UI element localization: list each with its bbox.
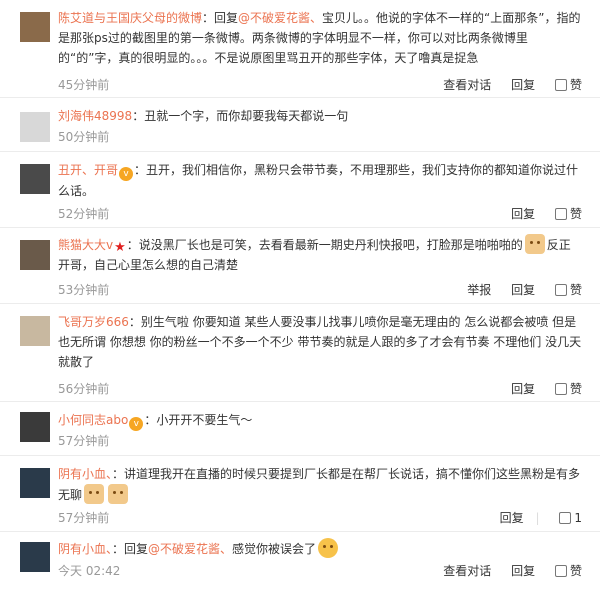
author-name[interactable]: 小何同志abo — [58, 413, 128, 427]
view-conversation-button[interactable]: 查看对话 — [443, 78, 491, 92]
vip-badge-icon: v — [129, 417, 144, 431]
comment-time: 53分钟前 — [58, 283, 110, 297]
emoji-icon — [84, 484, 105, 504]
avatar[interactable] — [20, 112, 50, 142]
thumbs-up-icon — [554, 79, 567, 91]
avatar[interactable] — [20, 468, 50, 498]
comment-time: 52分钟前 — [58, 207, 110, 221]
like-button[interactable]: 赞 — [554, 283, 582, 297]
comment-body: 熊猫大大v★：说没黑厂长也是可笑，去看看最新一期史丹利快报吧，打脸那是啪啪啪的反… — [58, 234, 582, 275]
reply-button[interactable]: 回复 — [511, 207, 535, 221]
comment-list: 陈艾道与王国庆父母的微博：回复@不破爱花酱、宝贝儿。。他说的字体不一样的“上面那… — [0, 0, 600, 590]
comment-actions: 回复 赞 — [495, 380, 582, 397]
author-name[interactable]: 熊猫大大v — [58, 238, 113, 252]
comment-text: ：讲道理我开在直播的时候只要提到厂长都是在帮厂长说话，搞不懂你们这些黑粉是有多无… — [58, 467, 581, 502]
like-button[interactable]: 赞 — [554, 564, 582, 578]
comment-text: ：别生气啦 你要知道 某些人要没事儿找事儿喷你是毫无理由的 怎么说都会被喷 但是… — [58, 315, 582, 369]
divider: | — [535, 511, 540, 525]
avatar[interactable] — [20, 164, 50, 194]
comment-body: 飞哥万岁666：别生气啦 你要知道 某些人要没事儿找事儿喷你是毫无理由的 怎么说… — [58, 312, 582, 372]
thumbs-up-icon — [559, 512, 572, 524]
reply-button[interactable]: 回复 — [511, 283, 535, 297]
author-name[interactable]: 丑开、开哥 — [58, 163, 118, 177]
comment-text: ：小开开不要生气～ — [144, 413, 253, 427]
comment-time: 45分钟前 — [58, 78, 110, 92]
comment-body: 阴有小血、：讲道理我开在直播的时候只要提到厂长都是在帮厂长说话，搞不懂你们这些黑… — [58, 464, 582, 505]
like-label: 赞 — [569, 564, 582, 578]
comment-body: 阴有小血、：回复@不破爱花酱、感觉你被误会了 — [58, 538, 582, 559]
comment-item: 阴有小血、：回复@不破爱花酱、感觉你被误会了 今天 02:42 查看对话 回复 … — [0, 532, 600, 590]
comment-time: 57分钟前 — [58, 511, 110, 525]
comment-item: 陈艾道与王国庆父母的微博：回复@不破爱花酱、宝贝儿。。他说的字体不一样的“上面那… — [0, 0, 600, 98]
mention-link[interactable]: @不破爱花酱、 — [238, 11, 322, 25]
avatar[interactable] — [20, 412, 50, 442]
comment-time: 56分钟前 — [58, 382, 110, 396]
comment-body: 丑开、开哥 v ：丑开，我们相信你，黑粉只会带节奏，不用理那些，我们支持你的都知道你… — [58, 160, 582, 201]
author-name[interactable]: 飞哥万岁666 — [58, 315, 129, 329]
comment-body: 刘海伟48998：丑就一个字，而你却要我每天都说一句 — [58, 106, 582, 126]
reply-prefix: ：回复 — [112, 542, 149, 556]
like-label: 赞 — [569, 382, 582, 396]
comment-item: 丑开、开哥 v ：丑开，我们相信你，黑粉只会带节奏，不用理那些，我们支持你的都知道你… — [0, 152, 600, 228]
author-name[interactable]: 刘海伟48998 — [58, 109, 132, 123]
avatar[interactable] — [20, 240, 50, 270]
comment-item: 小何同志abo v ：小开开不要生气～ 57分钟前 — [0, 402, 600, 456]
comment-text: ：说没黑厂长也是可笑，去看看最新一期史丹利快报吧，打脸那是啪啪啪的 — [126, 238, 523, 252]
like-label: 赞 — [569, 207, 582, 221]
avatar[interactable] — [20, 12, 50, 42]
thumbs-up-icon — [554, 383, 567, 395]
reply-button[interactable]: 回复 — [511, 564, 535, 578]
mention-link[interactable]: @不破爱花酱、 — [148, 542, 232, 556]
avatar[interactable] — [20, 542, 50, 572]
comment-text: ：丑就一个字，而你却要我每天都说一句 — [132, 109, 349, 123]
emoji-icon — [318, 538, 339, 558]
comment-time: 50分钟前 — [58, 130, 110, 144]
vip-badge-icon: v — [119, 167, 134, 181]
comment-item: 刘海伟48998：丑就一个字，而你却要我每天都说一句 50分钟前 — [0, 98, 600, 152]
comment-body: 陈艾道与王国庆父母的微博：回复@不破爱花酱、宝贝儿。。他说的字体不一样的“上面那… — [58, 8, 582, 68]
author-name[interactable]: 阴有小血、 — [58, 467, 112, 481]
report-button[interactable]: 举报 — [467, 283, 491, 297]
like-button[interactable]: 赞 — [554, 382, 582, 396]
like-button[interactable]: 赞 — [554, 78, 582, 92]
like-button[interactable]: 赞 — [554, 207, 582, 221]
thumbs-up-icon — [554, 284, 567, 296]
like-button[interactable]: 1 — [559, 511, 582, 525]
like-count: 1 — [574, 511, 582, 525]
comment-item: 飞哥万岁666：别生气啦 你要知道 某些人要没事儿找事儿喷你是毫无理由的 怎么说… — [0, 304, 600, 402]
author-name[interactable]: 阴有小血、 — [58, 542, 112, 556]
emoji-icon — [524, 234, 545, 254]
reply-prefix: ：回复 — [202, 11, 239, 25]
view-conversation-button[interactable]: 查看对话 — [443, 564, 491, 578]
comment-actions: 回复 赞 — [495, 205, 582, 222]
avatar[interactable] — [20, 316, 50, 346]
comment-time: 57分钟前 — [58, 434, 110, 448]
thumbs-up-icon — [554, 208, 567, 220]
comment-text: ：丑开，我们相信你，黑粉只会带节奏，不用理那些，我们支持你的都知道你说过什么话。 — [58, 163, 579, 198]
comment-text: 感觉你被误会了 — [232, 542, 317, 556]
like-label: 赞 — [569, 283, 582, 297]
author-name[interactable]: 陈艾道与王国庆父母的微博 — [58, 11, 202, 25]
comment-item: 熊猫大大v★：说没黑厂长也是可笑，去看看最新一期史丹利快报吧，打脸那是啪啪啪的反… — [0, 228, 600, 304]
emoji-icon — [108, 484, 129, 504]
thumbs-up-icon — [554, 565, 567, 577]
reply-button[interactable]: 回复 — [500, 511, 524, 525]
comment-time: 今天 02:42 — [58, 564, 121, 578]
comment-body: 小何同志abo v ：小开开不要生气～ — [58, 410, 582, 431]
like-label: 赞 — [569, 78, 582, 92]
comment-actions: 回复 | 1 — [484, 509, 582, 526]
comment-actions: 举报 回复 赞 — [451, 281, 582, 298]
comment-actions: 查看对话 回复 赞 — [427, 76, 582, 93]
comment-item: 阴有小血、：讲道理我开在直播的时候只要提到厂长都是在帮厂长说话，搞不懂你们这些黑… — [0, 456, 600, 532]
reply-button[interactable]: 回复 — [511, 78, 535, 92]
reply-button[interactable]: 回复 — [511, 382, 535, 396]
star-badge-icon: ★ — [114, 240, 126, 255]
comment-actions: 查看对话 回复 赞 — [427, 562, 582, 579]
